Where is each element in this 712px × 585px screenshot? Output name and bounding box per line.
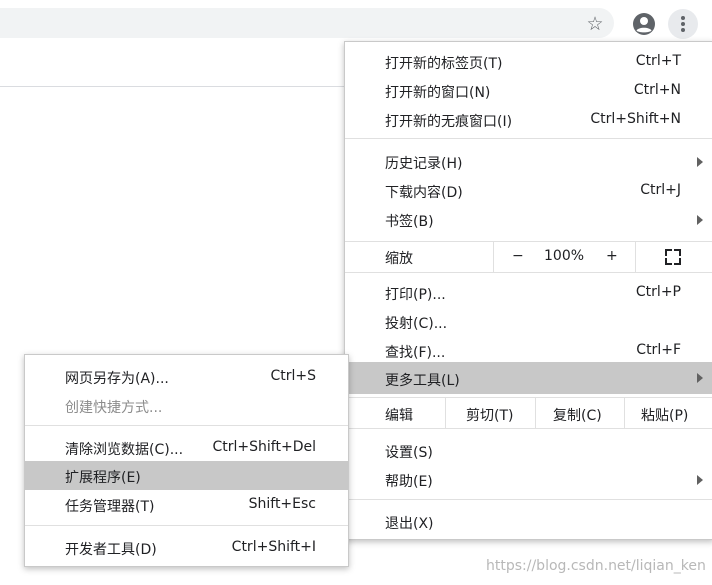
address-bar[interactable] (0, 8, 614, 38)
submenu-arrow-icon (697, 373, 703, 383)
menu-item-shortcut: Ctrl+J (640, 182, 681, 198)
menu-item-label: 退出(X) (385, 516, 434, 532)
menu-item-label: 投射(C)... (385, 316, 448, 332)
menu-item-new-tab[interactable]: 打开新的标签页(T) Ctrl+T (345, 47, 712, 76)
menu-item-shortcut: Ctrl+N (633, 82, 681, 98)
menu-item-label: 开发者工具(D) (65, 542, 157, 558)
edit-label: 编辑 (385, 408, 413, 424)
menu-item-more-tools[interactable]: 更多工具(L) (345, 362, 712, 394)
page-divider (0, 86, 344, 87)
zoom-row: 缩放 − 100% + (345, 242, 712, 272)
fullscreen-icon[interactable] (665, 249, 681, 265)
menu-item-label: 任务管理器(T) (65, 499, 155, 515)
zoom-divider (493, 242, 494, 272)
menu-item-new-incognito[interactable]: 打开新的无痕窗口(I) Ctrl+Shift+N (345, 105, 712, 134)
menu-separator (345, 428, 712, 429)
submenu-item-extensions[interactable]: 扩展程序(E) (25, 461, 348, 490)
chrome-main-menu: 打开新的标签页(T) Ctrl+T 打开新的窗口(N) Ctrl+N 打开新的无… (344, 41, 712, 540)
submenu-arrow-icon (697, 157, 703, 167)
menu-separator (25, 425, 348, 426)
menu-item-label: 历史记录(H) (385, 156, 463, 172)
zoom-level-value: 100% (544, 248, 585, 264)
menu-item-label: 查找(F)... (385, 345, 446, 361)
menu-item-label: 打印(P)... (385, 287, 446, 303)
menu-item-shortcut: Ctrl+Shift+N (590, 111, 681, 127)
submenu-arrow-icon (697, 215, 703, 225)
menu-item-label: 打开新的无痕窗口(I) (385, 114, 513, 130)
watermark-text: https://blog.csdn.net/liqian_ken (486, 558, 706, 574)
account-circle-icon[interactable] (632, 12, 656, 36)
edit-divider (535, 398, 536, 428)
menu-item-history[interactable]: 历史记录(H) (345, 147, 712, 176)
zoom-label: 缩放 (385, 251, 413, 267)
menu-item-label: 打开新的标签页(T) (385, 56, 503, 72)
menu-item-label: 书签(B) (385, 214, 434, 230)
browser-toolbar: ☆ (0, 0, 712, 42)
menu-item-exit[interactable]: 退出(X) (345, 507, 712, 536)
menu-item-shortcut: Ctrl+Shift+I (231, 539, 316, 555)
menu-item-print[interactable]: 打印(P)... Ctrl+P (345, 278, 712, 307)
menu-item-shortcut: Ctrl+P (635, 284, 681, 300)
menu-item-shortcut: Ctrl+T (635, 53, 681, 69)
submenu-arrow-icon (697, 475, 703, 485)
edit-row: 编辑 剪切(T) 复制(C) 粘贴(P) (345, 398, 712, 428)
menu-item-settings[interactable]: 设置(S) (345, 436, 712, 465)
menu-item-label: 打开新的窗口(N) (385, 85, 491, 101)
submenu-item-task-manager[interactable]: 任务管理器(T) Shift+Esc (25, 490, 348, 519)
menu-item-help[interactable]: 帮助(E) (345, 465, 712, 494)
menu-item-bookmarks[interactable]: 书签(B) (345, 205, 712, 234)
menu-item-cast[interactable]: 投射(C)... (345, 307, 712, 336)
menu-item-shortcut: Ctrl+Shift+Del (212, 439, 316, 455)
more-tools-submenu: 网页另存为(A)... Ctrl+S 创建快捷方式... 清除浏览数据(C)..… (24, 354, 349, 567)
zoom-in-button[interactable]: + (606, 248, 618, 264)
menu-item-find[interactable]: 查找(F)... Ctrl+F (345, 336, 712, 365)
copy-button[interactable]: 复制(C) (553, 405, 602, 425)
edit-divider (624, 398, 625, 428)
menu-separator (345, 499, 712, 500)
submenu-item-save-page[interactable]: 网页另存为(A)... Ctrl+S (25, 362, 348, 391)
submenu-item-clear-data[interactable]: 清除浏览数据(C)... Ctrl+Shift+Del (25, 433, 348, 462)
menu-separator (25, 525, 348, 526)
menu-item-label: 扩展程序(E) (65, 470, 141, 486)
menu-item-new-window[interactable]: 打开新的窗口(N) Ctrl+N (345, 76, 712, 105)
menu-item-label: 清除浏览数据(C)... (65, 442, 184, 458)
menu-separator (345, 272, 712, 273)
edit-divider (445, 398, 446, 428)
menu-separator (345, 138, 712, 139)
cut-button[interactable]: 剪切(T) (466, 405, 513, 425)
paste-button[interactable]: 粘贴(P) (641, 405, 688, 425)
menu-item-shortcut: Ctrl+S (270, 368, 316, 384)
submenu-item-create-shortcut[interactable]: 创建快捷方式... (25, 391, 348, 420)
menu-item-shortcut: Ctrl+F (636, 342, 681, 358)
menu-item-label: 下载内容(D) (385, 185, 463, 201)
submenu-item-dev-tools[interactable]: 开发者工具(D) Ctrl+Shift+I (25, 533, 348, 562)
menu-item-label: 网页另存为(A)... (65, 371, 169, 387)
menu-item-downloads[interactable]: 下载内容(D) Ctrl+J (345, 176, 712, 205)
star-outline-icon[interactable]: ☆ (583, 12, 607, 36)
zoom-divider (635, 242, 636, 272)
menu-item-label: 更多工具(L) (385, 373, 460, 389)
menu-item-label: 创建快捷方式... (65, 400, 163, 416)
menu-item-label: 帮助(E) (385, 474, 433, 490)
three-dots-vertical-icon[interactable] (668, 9, 698, 39)
zoom-out-button[interactable]: − (512, 248, 524, 264)
menu-item-shortcut: Shift+Esc (248, 496, 316, 512)
menu-item-label: 设置(S) (385, 445, 433, 461)
